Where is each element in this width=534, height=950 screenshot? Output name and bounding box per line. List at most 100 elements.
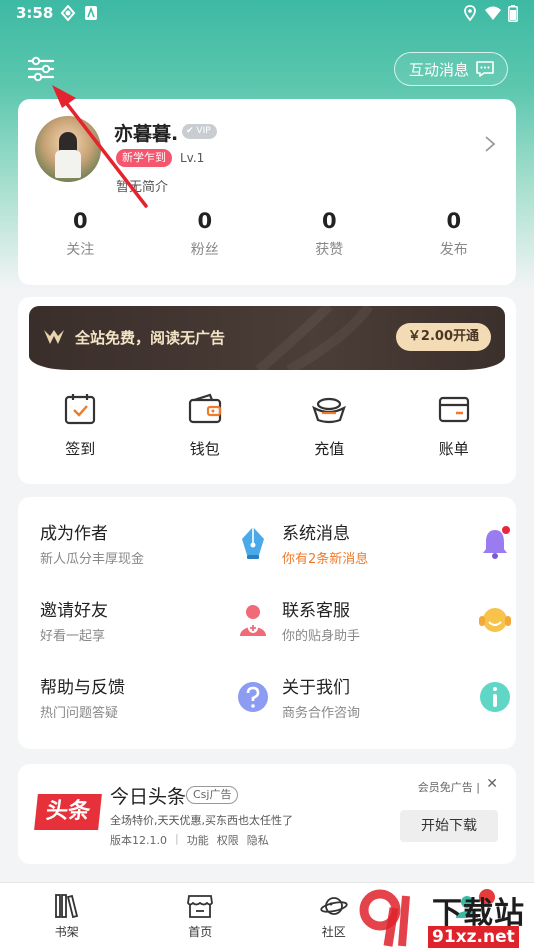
user-level: Lv.1 [180, 151, 205, 165]
stat-followers[interactable]: 0 粉丝 [143, 209, 268, 265]
status-bar: 3:58 [0, 0, 534, 28]
add-person-icon [240, 605, 266, 636]
ad-link-features[interactable]: 功能 [187, 832, 209, 848]
menu-item-help-feedback[interactable]: 帮助与反馈 热门问题答疑 [40, 673, 270, 733]
menu-item-subtitle: 商务合作咨询 [282, 706, 361, 721]
menu-item-subtitle: 好看一起享 [40, 629, 106, 644]
location-icon [464, 5, 476, 21]
vip-quick-actions-card: 全站免费，阅读无广告 ￥2.00开通 签到 钱包 充值 账单 [18, 297, 516, 484]
menu-item-subtitle: 你的贴身助手 [282, 629, 361, 644]
interactive-messages-button[interactable]: 互动消息 [393, 52, 508, 86]
user-intro: 暂无简介 [116, 180, 169, 195]
vip-banner[interactable]: 全站免费，阅读无广告 ￥2.00开通 [29, 306, 505, 370]
watermark-url: 91xz.net [428, 926, 519, 948]
stat-value: 0 [197, 209, 213, 233]
stat-label: 获赞 [315, 242, 344, 258]
vip-badge-label: VIP [196, 126, 211, 136]
menu-item-title: 联系客服 [282, 601, 350, 621]
menu-item-title: 成为作者 [40, 524, 108, 544]
profile-stats: 0 关注 0 粉丝 0 获赞 0 发布 [18, 209, 516, 265]
ad-meta-divider: | [175, 832, 179, 845]
quick-action-bill[interactable]: 账单 [392, 392, 517, 459]
stat-label: 发布 [439, 242, 468, 258]
ad-download-button[interactable]: 开始下载 [400, 810, 498, 842]
menu-item-become-author[interactable]: 成为作者 新人瓜分丰厚现金 [40, 519, 270, 579]
store-icon [187, 895, 214, 918]
quick-action-wallet[interactable]: 钱包 [143, 392, 268, 459]
menu-item-invite-friends[interactable]: 邀请好友 好看一起享 [40, 596, 270, 656]
stat-following[interactable]: 0 关注 [18, 209, 143, 265]
menu-item-system-messages[interactable]: 系统消息 你有2条新消息 [282, 519, 512, 579]
ad-description: 全场特价,天天优惠,买东西也太任性了 [110, 814, 293, 827]
bookshelf-icon [54, 894, 78, 919]
ad-tag: Csj广告 [186, 786, 239, 804]
stat-label: 粉丝 [190, 242, 219, 258]
card-icon [438, 396, 469, 423]
stat-likes[interactable]: 0 获赞 [267, 209, 392, 265]
menu-item-title: 系统消息 [282, 524, 350, 544]
wallet-icon [188, 393, 221, 424]
bell-icon [483, 526, 510, 559]
nav-bookshelf[interactable]: 书架 [0, 883, 134, 950]
info-icon [480, 682, 510, 712]
notification-a-icon [85, 6, 97, 20]
settings-sliders-icon[interactable] [26, 54, 56, 84]
ad-version: 版本12.1.0 [110, 834, 167, 847]
menu-item-title: 邀请好友 [40, 601, 108, 621]
vip-logo-icon [44, 330, 64, 344]
chat-bubble-icon [476, 61, 494, 77]
quick-action-label: 钱包 [189, 440, 220, 458]
nav-label: 首页 [188, 925, 213, 939]
interactive-messages-label: 互动消息 [408, 60, 469, 79]
new-user-badge: 新学乍到 [116, 149, 172, 167]
username: 亦暮暮. [114, 123, 179, 145]
status-time: 3:58 [16, 4, 54, 22]
ad-link-privacy[interactable]: 隐私 [247, 832, 269, 848]
ad-link-permissions[interactable]: 权限 [217, 832, 239, 848]
stat-value: 0 [446, 209, 462, 233]
sync-icon [60, 5, 76, 21]
planet-icon [320, 897, 348, 915]
menu-item-title: 帮助与反馈 [40, 678, 125, 698]
avatar-dress [55, 150, 81, 178]
wifi-icon [485, 6, 501, 20]
header-row: 互动消息 [0, 52, 534, 88]
quick-action-label: 充值 [314, 440, 345, 458]
chevron-right-icon[interactable] [484, 135, 496, 153]
quick-action-label: 账单 [438, 440, 469, 458]
profile-card[interactable]: 亦暮暮. ✔ VIP 新学乍到 Lv.1 暂无简介 0 关注 0 粉丝 0 获赞… [18, 99, 516, 285]
watermark: 下载站 91xz.net [358, 888, 528, 948]
vip-banner-text: 全站免费，阅读无广告 [75, 329, 226, 347]
menu-item-customer-service[interactable]: 联系客服 你的贴身助手 [282, 596, 512, 656]
watermark-logo-icon [359, 889, 410, 947]
battery-icon [508, 5, 518, 22]
menu-item-subtitle: 你有2条新消息 [282, 552, 369, 567]
menu-item-subtitle: 热门问题答疑 [40, 706, 119, 721]
ad-free-label: 会员免广告 [417, 781, 473, 794]
ad-free-link[interactable]: 会员免广告 | [418, 779, 480, 795]
quick-action-checkin[interactable]: 签到 [18, 392, 143, 459]
menu-card: 成为作者 新人瓜分丰厚现金 系统消息 你有2条新消息 邀请好友 好看一起享 联系… [18, 497, 516, 749]
headset-icon [479, 608, 511, 632]
avatar[interactable] [35, 116, 101, 182]
menu-item-about-us[interactable]: 关于我们 商务合作咨询 [282, 673, 512, 733]
ad-card[interactable]: 头条 今日头条 Csj广告 全场特价,天天优惠,买东西也太任性了 版本12.1.… [18, 764, 516, 864]
nav-label: 书架 [54, 925, 79, 939]
menu-item-title: 关于我们 [282, 678, 350, 698]
ad-title: 今日头条 [110, 786, 187, 808]
stat-label: 关注 [66, 242, 95, 258]
ad-logo: 头条 [34, 794, 102, 830]
pen-icon [242, 527, 264, 559]
quick-action-label: 签到 [65, 440, 96, 458]
nav-home[interactable]: 首页 [134, 883, 268, 950]
gold-ingot-icon [312, 397, 347, 424]
stat-value: 0 [72, 209, 88, 233]
stat-posts[interactable]: 0 发布 [392, 209, 517, 265]
vip-open-button[interactable]: ￥2.00开通 [395, 323, 491, 351]
quick-action-recharge[interactable]: 充值 [267, 392, 392, 459]
question-icon [238, 682, 268, 712]
quick-actions: 签到 钱包 充值 账单 [18, 392, 516, 459]
ad-meta: 版本12.1.0 | 功能 权限 隐私 [110, 832, 269, 848]
close-icon[interactable]: ✕ [486, 776, 498, 792]
stat-value: 0 [321, 209, 337, 233]
